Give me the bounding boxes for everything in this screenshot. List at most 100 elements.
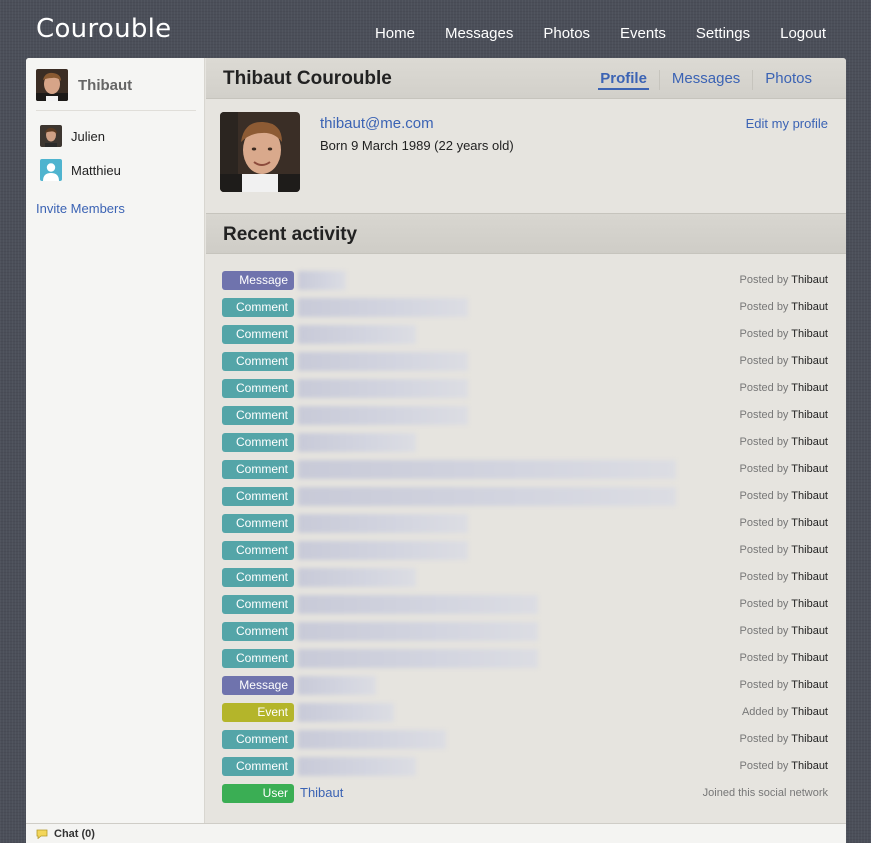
activity-meta-prefix: Posted by xyxy=(739,382,789,394)
activity-content-redacted[interactable] xyxy=(298,298,468,317)
activity-content-redacted[interactable] xyxy=(298,271,346,290)
activity-content-redacted[interactable] xyxy=(298,325,416,344)
activity-row[interactable]: Comment Posted by Thibaut xyxy=(222,406,828,433)
activity-type-badge: Comment xyxy=(222,595,294,614)
activity-type-badge: Message xyxy=(222,676,294,695)
activity-meta-prefix: Posted by xyxy=(739,679,789,691)
recent-activity-title: Recent activity xyxy=(223,224,358,245)
activity-row[interactable]: Comment Posted by Thibaut xyxy=(222,595,828,622)
activity-author[interactable]: Thibaut xyxy=(791,274,828,286)
sidebar-user-name: Thibaut xyxy=(78,76,133,94)
activity-meta: Posted by Thibaut xyxy=(740,652,828,664)
activity-meta-prefix: Posted by xyxy=(739,436,789,448)
activity-author[interactable]: Thibaut xyxy=(791,463,828,475)
invite-members-link[interactable]: Invite Members xyxy=(36,201,125,216)
activity-row[interactable]: Message Posted by Thibaut xyxy=(222,676,828,703)
nav-photos[interactable]: Photos xyxy=(543,25,590,42)
activity-row[interactable]: Event Added by Thibaut xyxy=(222,703,828,730)
activity-row[interactable]: Message Posted by Thibaut xyxy=(222,271,828,298)
activity-author[interactable]: Thibaut xyxy=(791,679,828,691)
activity-author[interactable]: Thibaut xyxy=(791,760,828,772)
activity-row[interactable]: Comment Posted by Thibaut xyxy=(222,568,828,595)
nav-events[interactable]: Events xyxy=(620,25,666,42)
activity-row[interactable]: Comment Posted by Thibaut xyxy=(222,730,828,757)
activity-row[interactable]: Comment Posted by Thibaut xyxy=(222,541,828,568)
brand-logo[interactable]: Courouble xyxy=(36,14,171,44)
activity-author[interactable]: Thibaut xyxy=(791,382,828,394)
activity-content-redacted[interactable] xyxy=(298,757,416,776)
activity-meta-prefix: Posted by xyxy=(739,544,789,556)
sidebar-current-user[interactable]: Thibaut xyxy=(36,68,132,102)
profile-header: Thibaut Courouble Profile Messages Photo… xyxy=(206,58,846,99)
activity-meta: Posted by Thibaut xyxy=(740,598,828,610)
activity-author[interactable]: Thibaut xyxy=(791,436,828,448)
activity-meta: Posted by Thibaut xyxy=(740,382,828,394)
activity-row[interactable]: Comment Posted by Thibaut xyxy=(222,460,828,487)
activity-row[interactable]: Comment Posted by Thibaut xyxy=(222,622,828,649)
activity-author[interactable]: Thibaut xyxy=(791,652,828,664)
activity-content-redacted[interactable] xyxy=(298,622,538,641)
nav-logout[interactable]: Logout xyxy=(780,25,826,42)
activity-row[interactable]: Comment Posted by Thibaut xyxy=(222,325,828,352)
activity-row[interactable]: Comment Posted by Thibaut xyxy=(222,379,828,406)
sidebar: Thibaut Julien Matthieu Invite Members xyxy=(26,58,205,823)
activity-author[interactable]: Thibaut xyxy=(791,490,828,502)
activity-meta: Posted by Thibaut xyxy=(740,463,828,475)
activity-meta-prefix: Posted by xyxy=(739,598,789,610)
activity-meta-prefix: Posted by xyxy=(739,490,789,502)
activity-meta: Posted by Thibaut xyxy=(740,409,828,421)
profile-email[interactable]: thibaut@me.com xyxy=(320,115,434,132)
activity-type-badge: Comment xyxy=(222,568,294,587)
activity-author[interactable]: Thibaut xyxy=(791,544,828,556)
activity-row[interactable]: Comment Posted by Thibaut xyxy=(222,514,828,541)
activity-author[interactable]: Thibaut xyxy=(791,706,828,718)
activity-author[interactable]: Thibaut xyxy=(791,517,828,529)
user-avatar xyxy=(36,69,68,101)
tab-photos[interactable]: Photos xyxy=(752,70,824,90)
activity-meta-prefix: Posted by xyxy=(739,760,789,772)
activity-author[interactable]: Thibaut xyxy=(791,301,828,313)
activity-author[interactable]: Thibaut xyxy=(791,355,828,367)
nav-home[interactable]: Home xyxy=(375,25,415,42)
activity-content-redacted[interactable] xyxy=(298,487,676,506)
activity-content-redacted[interactable] xyxy=(298,460,676,479)
activity-author[interactable]: Thibaut xyxy=(791,571,828,583)
tab-profile[interactable]: Profile xyxy=(598,70,649,90)
activity-content-redacted[interactable] xyxy=(298,649,538,668)
activity-row[interactable]: Comment Posted by Thibaut xyxy=(222,433,828,460)
activity-content-redacted[interactable] xyxy=(298,379,468,398)
activity-row[interactable]: User Thibaut Joined this social network xyxy=(222,784,828,811)
activity-row[interactable]: Comment Posted by Thibaut xyxy=(222,757,828,784)
chat-bar[interactable]: Chat (0) xyxy=(26,823,846,843)
activity-content-redacted[interactable] xyxy=(298,568,416,587)
activity-author[interactable]: Thibaut xyxy=(791,409,828,421)
nav-messages[interactable]: Messages xyxy=(445,25,513,42)
activity-content-redacted[interactable] xyxy=(298,352,468,371)
activity-content-redacted[interactable] xyxy=(298,676,376,695)
activity-author[interactable]: Thibaut xyxy=(791,625,828,637)
activity-meta: Posted by Thibaut xyxy=(740,301,828,313)
friend-item-julien[interactable]: Julien xyxy=(40,125,105,147)
activity-author[interactable]: Thibaut xyxy=(791,733,828,745)
activity-content-redacted[interactable] xyxy=(298,730,446,749)
activity-author[interactable]: Thibaut xyxy=(791,598,828,610)
activity-content-redacted[interactable] xyxy=(298,433,416,452)
friend-item-matthieu[interactable]: Matthieu xyxy=(40,159,121,181)
tab-messages[interactable]: Messages xyxy=(658,70,752,90)
activity-author[interactable]: Thibaut xyxy=(791,328,828,340)
activity-type-badge: Comment xyxy=(222,352,294,371)
edit-profile-link[interactable]: Edit my profile xyxy=(746,116,828,131)
activity-row[interactable]: Comment Posted by Thibaut xyxy=(222,298,828,325)
activity-user-link[interactable]: Thibaut xyxy=(300,785,343,800)
activity-row[interactable]: Comment Posted by Thibaut xyxy=(222,487,828,514)
activity-content-redacted[interactable] xyxy=(298,406,468,425)
nav-settings[interactable]: Settings xyxy=(696,25,750,42)
activity-content-redacted[interactable] xyxy=(298,595,538,614)
sidebar-divider xyxy=(36,110,196,111)
activity-content-redacted[interactable] xyxy=(298,703,394,722)
activity-row[interactable]: Comment Posted by Thibaut xyxy=(222,649,828,676)
activity-row[interactable]: Comment Posted by Thibaut xyxy=(222,352,828,379)
activity-content-redacted[interactable] xyxy=(298,514,468,533)
activity-content-redacted[interactable] xyxy=(298,541,468,560)
recent-activity-header: Recent activity xyxy=(206,213,846,254)
